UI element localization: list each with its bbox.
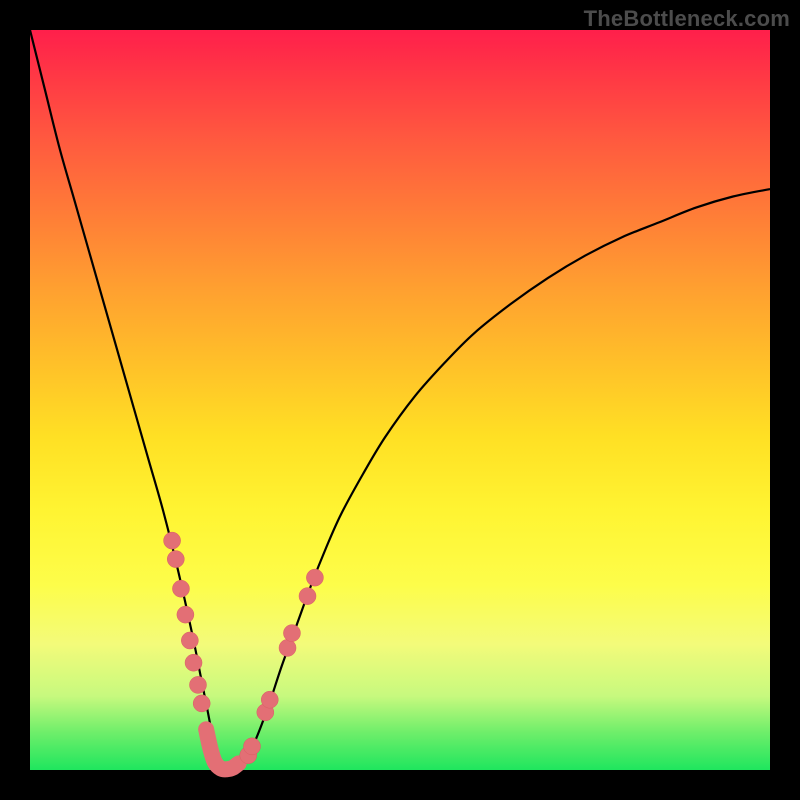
plot-area [30, 30, 770, 770]
valley-highlight-arc [206, 729, 239, 769]
watermark-text: TheBottleneck.com [584, 6, 790, 32]
highlight-dot [185, 654, 202, 671]
highlight-dot [172, 580, 189, 597]
bottleneck-curve [30, 30, 770, 772]
highlight-dot [279, 639, 296, 656]
highlight-dot [244, 738, 261, 755]
highlight-dot [181, 632, 198, 649]
highlight-dot [299, 588, 316, 605]
highlight-dot [189, 676, 206, 693]
highlight-dot [306, 569, 323, 586]
highlight-dot [283, 625, 300, 642]
highlight-dot [193, 695, 210, 712]
highlight-dot [167, 551, 184, 568]
highlight-dot [164, 532, 181, 549]
highlight-dot [261, 691, 278, 708]
chart-frame: TheBottleneck.com [0, 0, 800, 800]
highlight-dot [177, 606, 194, 623]
curve-layer [30, 30, 770, 770]
